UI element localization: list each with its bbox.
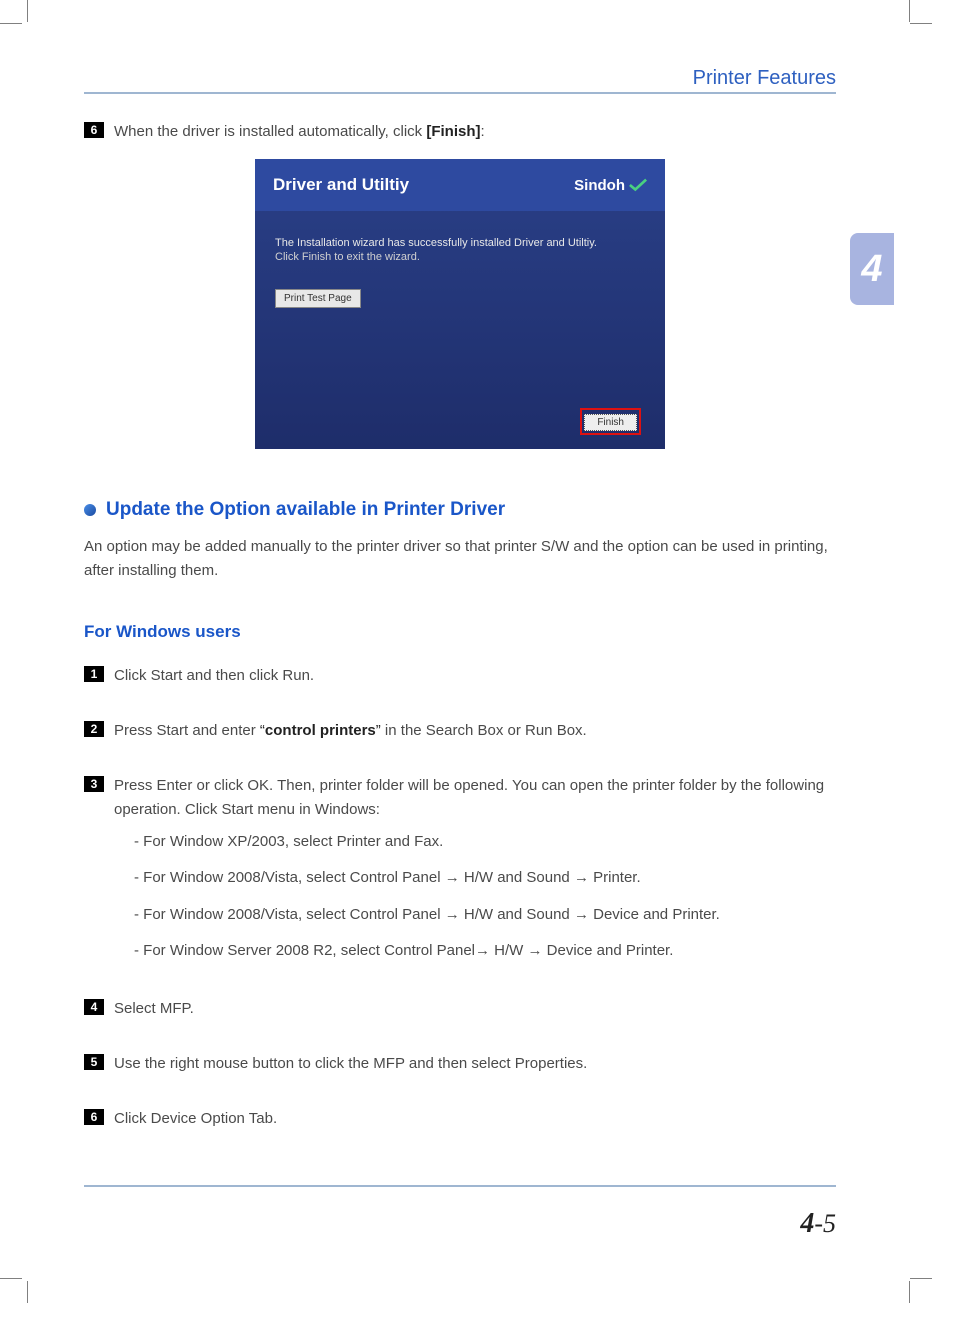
step-num-badge: 6 [84,122,104,138]
step-body: Click Device Option Tab. [114,1107,836,1130]
step-body: Press Start and enter “control printers”… [114,719,836,742]
list-item: For Window 2008/Vista, select Control Pa… [134,904,836,927]
rule-top [84,92,836,94]
list-item: For Window XP/2003, select Printer and F… [134,831,836,854]
finish-button[interactable]: Finish [584,414,637,431]
chapter-tab: 4 [850,233,894,305]
subheading: For Windows users [84,622,836,642]
step-4: 4 Select MFP. [84,997,836,1020]
step-num-badge: 4 [84,999,104,1015]
header-title: Printer Features [693,67,836,90]
step-body: Use the right mouse button to click the … [114,1052,836,1075]
brand-check-icon [629,178,647,192]
section-heading: Update the Option available in Printer D… [84,499,836,521]
finish-highlight: Finish [580,408,641,435]
step-5: 5 Use the right mouse button to click th… [84,1052,836,1075]
list-item: For Window 2008/Vista, select Control Pa… [134,867,836,890]
sub-list: For Window XP/2003, select Printer and F… [134,831,836,963]
installer-screenshot: Driver and Utiltiy Sindoh The Installati… [84,159,836,449]
step-1: 1 Click Start and then click Run. [84,664,836,687]
step-body: Select MFP. [114,997,836,1020]
section-title: Update the Option available in Printer D… [106,499,505,521]
installer-msg2: Click Finish to exit the wizard. [275,251,645,263]
installer-brand: Sindoh [574,177,647,194]
print-test-button[interactable]: Print Test Page [275,289,361,308]
installer-title: Driver and Utiltiy [273,175,409,195]
page-number: 4-5 [800,1208,836,1240]
step-6-top: 6 When the driver is installed automatic… [84,120,836,143]
step-num-badge: 5 [84,1054,104,1070]
step-6: 6 Click Device Option Tab. [84,1107,836,1130]
chapter-number: 4 [861,248,882,291]
list-item: For Window Server 2008 R2, select Contro… [134,940,836,963]
step-num-badge: 2 [84,721,104,737]
step-num-badge: 1 [84,666,104,682]
step-body: Press Enter or click OK. Then, printer f… [114,774,836,977]
step-body: When the driver is installed automatical… [114,120,836,143]
section-paragraph: An option may be added manually to the p… [84,535,836,582]
step-num-badge: 3 [84,776,104,792]
bullet-icon [84,504,96,516]
step-num-badge: 6 [84,1109,104,1125]
step-3: 3 Press Enter or click OK. Then, printer… [84,774,836,977]
installer-msg1: The Installation wizard has successfully… [275,237,645,249]
rule-bottom [84,1185,836,1187]
step-body: Click Start and then click Run. [114,664,836,687]
step-2: 2 Press Start and enter “control printer… [84,719,836,742]
